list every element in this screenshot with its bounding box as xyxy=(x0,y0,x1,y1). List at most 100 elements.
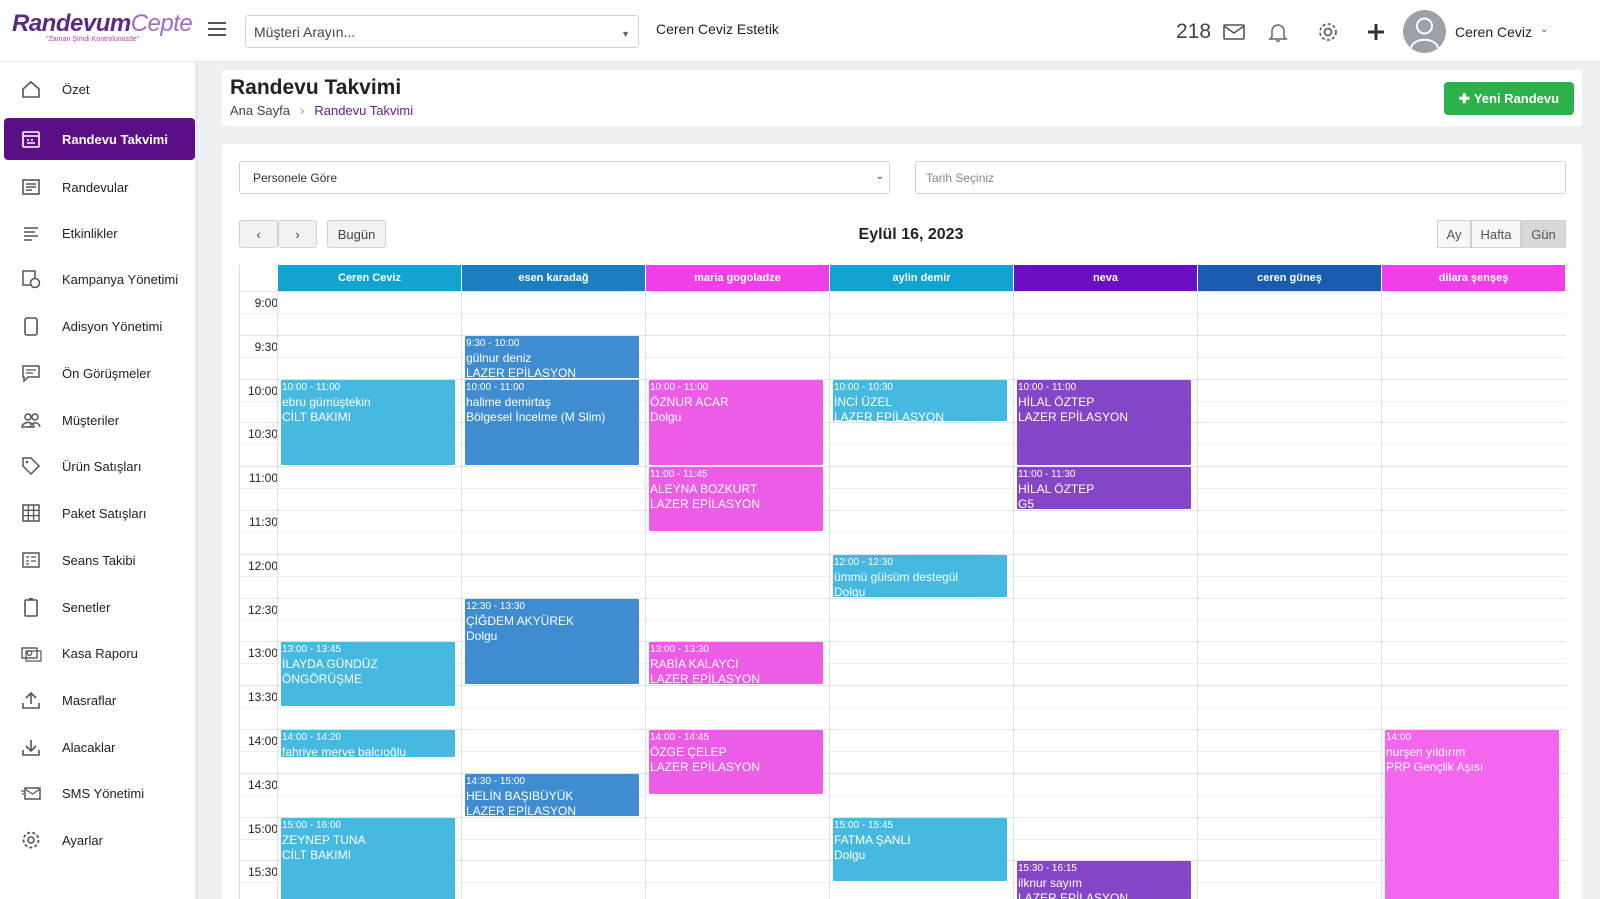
sidebar-item-özet[interactable]: Özet xyxy=(4,68,195,110)
event-name: ÇİĞDEM AKYÜREK xyxy=(466,613,575,628)
slot-divider xyxy=(240,772,1566,774)
envelope-icon[interactable] xyxy=(1222,20,1246,44)
event-time: 10:00 - 11:00 xyxy=(282,381,341,393)
slot-divider xyxy=(240,488,1566,490)
appointment-event[interactable]: 10:00 - 11:00 ÖZNUR ACAR Dolgu xyxy=(649,379,823,466)
slot-divider xyxy=(240,291,1566,292)
bell-icon[interactable] xyxy=(1266,20,1290,44)
slot-divider xyxy=(240,531,1566,533)
sidebar-item-label: Kampanya Yönetimi xyxy=(62,271,179,287)
event-name: nurşen yıldırım xyxy=(1386,745,1466,759)
staff-column-header[interactable]: neva xyxy=(1014,265,1197,291)
time-label: 13:00 xyxy=(247,646,278,661)
appointment-event[interactable]: 14:00 - 14:45 ÖZGE ÇELEP LAZER EPİLASYON xyxy=(649,730,823,794)
event-time: 11:00 - 11:45 xyxy=(650,469,708,481)
appointment-event[interactable]: 13:00 - 13:30 RABİA KALAYCI LAZER EPİLASYO… xyxy=(649,642,823,685)
event-time: 14:00 xyxy=(1386,732,1412,743)
appointment-event[interactable]: 9:30 - 10:00 gülnur deniz LAZER EPİLASYON xyxy=(465,335,639,378)
appointment-event[interactable]: 11:00 - 11:45 ALEYNA BOZKURT LAZER EPİLASY… xyxy=(649,467,823,531)
chevron-down-icon[interactable]: ⌄ xyxy=(1540,24,1548,35)
sidebar-item-kampanya-yönetimi[interactable]: Kampanya Yönetimi xyxy=(4,258,195,300)
sidebar-item-sms-yönetimi[interactable]: SMS Yönetimi xyxy=(4,772,195,814)
today-button[interactable]: Bugün xyxy=(327,220,386,248)
slot-divider xyxy=(240,619,1566,621)
appointment-event[interactable]: 10:00 - 10:30 İNCİ ÜZEL LAZER EPİLASYON xyxy=(833,379,1007,422)
appointment-event[interactable]: 12:30 - 13:30 ÇİĞDEM AKYÜREK Dolgu xyxy=(465,598,639,685)
appointment-event[interactable]: 14:30 - 15:00 HELİN BAŞIBÜYÜK LAZER EPİLAS… xyxy=(465,773,639,816)
time-label: 12:00 xyxy=(247,558,278,573)
grid-icon xyxy=(20,502,42,524)
time-label: 15:00 xyxy=(247,821,278,836)
sidebar-item-ürün-satışları[interactable]: Ürün Satışları xyxy=(4,445,195,487)
appointment-event[interactable]: 14:00 - 14:20 fahriye merve balcıoğlu xyxy=(281,730,455,758)
next-button[interactable]: › xyxy=(278,220,317,248)
breadcrumb-current[interactable]: Randevu Takvimi xyxy=(314,103,413,118)
time-label: 10:30 xyxy=(247,427,278,442)
staff-column-header[interactable]: esen karadağ xyxy=(462,265,645,291)
appointment-event[interactable]: 10:00 - 11:00 ebru gümüştekin CİLT BAKIMI xyxy=(281,379,455,466)
staff-filter-select[interactable]: Personele Göre ⌄ xyxy=(239,161,890,194)
view-month-button[interactable]: Ay xyxy=(1437,220,1471,248)
customer-search-input[interactable]: Müşteri Arayın... ▼ xyxy=(245,15,639,48)
brand-logo[interactable]: RandevumCepte "Zaman Şimdi Kontrolünüzde… xyxy=(12,10,193,50)
sidebar-item-müşteriler[interactable]: Müşteriler xyxy=(4,399,195,441)
staff-column-header[interactable]: ceren güneş xyxy=(1198,265,1381,291)
sidebar-item-label: Senetler xyxy=(62,599,111,615)
user-name[interactable]: Ceren Ceviz xyxy=(1455,24,1532,40)
prev-button[interactable]: ‹ xyxy=(239,220,278,248)
mail-icon xyxy=(20,782,42,804)
staff-column-header[interactable]: dilara şenşeş xyxy=(1382,265,1565,291)
sidebar-item-seans-takibi[interactable]: Seans Takibi xyxy=(4,539,195,581)
sidebar-item-label: Randevular xyxy=(62,179,129,195)
menu-toggle-icon[interactable] xyxy=(208,22,226,38)
appointment-event[interactable]: 15:00 - 16:00 ZEYNEP TUNA CİLT BAKIMI xyxy=(281,817,455,899)
event-service: LAZER EPİLASYON xyxy=(650,672,761,685)
sidebar-item-ön-görüşmeler[interactable]: Ön Görüşmeler xyxy=(4,352,195,394)
new-appointment-button[interactable]: ✚ Yeni Randevu xyxy=(1444,82,1574,115)
appointment-event[interactable]: 12:00 - 12:30 ümmü gülsüm destegül Dolgu xyxy=(833,554,1007,597)
event-name: FATMA ŞANLI xyxy=(834,832,911,847)
event-time: 14:00 - 14:20 xyxy=(282,732,341,743)
plus-icon[interactable] xyxy=(1364,20,1388,44)
sidebar-item-label: Ön Görüşmeler xyxy=(62,365,151,381)
sidebar-item-randevu-takvimi[interactable]: Randevu Takvimi xyxy=(4,118,195,160)
sidebar-item-ayarlar[interactable]: Ayarlar xyxy=(4,819,195,861)
view-day-button[interactable]: Gün xyxy=(1521,220,1566,248)
sidebar-item-kasa-raporu[interactable]: Kasa Raporu xyxy=(4,632,195,674)
event-name: İNCİ ÜZEL xyxy=(834,394,893,409)
view-week-button[interactable]: Hafta xyxy=(1471,220,1521,248)
sidebar-item-alacaklar[interactable]: Alacaklar xyxy=(4,726,195,768)
sidebar-item-etkinlikler[interactable]: Etkinlikler xyxy=(4,212,195,254)
appointment-event[interactable]: 15:30 - 16:15 ilknur sayım LAZER EPİLASYON xyxy=(1017,861,1191,899)
staff-column-header[interactable]: Ceren Ceviz xyxy=(278,265,461,291)
column-divider xyxy=(461,291,462,899)
event-service: G5 xyxy=(1018,497,1035,509)
appointment-event[interactable]: 11:00 - 11:30 HİLAL ÖZTEP G5 xyxy=(1017,467,1191,509)
time-label: 11:00 xyxy=(248,471,278,486)
appointment-event[interactable]: 13:00 - 13:45 İLAYDA GÜNDÜZ ÖNGÖRÜŞME xyxy=(281,642,455,707)
event-service: LAZER EPİLASYON xyxy=(834,409,945,422)
breadcrumb-home[interactable]: Ana Sayfa xyxy=(230,103,290,118)
sidebar-item-label: Adisyon Yönetimi xyxy=(62,318,163,334)
date-picker-input[interactable]: Tarih Seçiniz xyxy=(915,161,1566,194)
appointment-event[interactable]: 15:00 - 15:45 FATMA ŞANLI Dolgu xyxy=(833,817,1007,882)
sidebar-item-adisyon-yönetimi[interactable]: Adisyon Yönetimi xyxy=(4,305,195,347)
appointment-event[interactable]: 10:00 - 11:00 HİLAL ÖZTEP LAZER EPİLASYON xyxy=(1017,379,1191,466)
breadcrumb: Ana Sayfa › Randevu Takvimi xyxy=(230,103,413,118)
event-service: CİLT BAKIMI xyxy=(282,409,351,424)
appointment-event[interactable]: 14:00 nurşen yıldırım PRP Gençlik Aşısı xyxy=(1385,730,1559,899)
event-service: ÖNGÖRÜŞME xyxy=(282,672,363,687)
sidebar-item-paket-satışları[interactable]: Paket Satışları xyxy=(4,492,195,534)
staff-column-header[interactable]: aylin demir xyxy=(830,265,1013,291)
sidebar-scrollbar[interactable] xyxy=(195,62,198,899)
calendar-title: Eylül 16, 2023 xyxy=(858,226,964,243)
avatar[interactable] xyxy=(1403,10,1446,53)
gear-icon xyxy=(20,829,42,851)
settings-gear-icon[interactable] xyxy=(1316,20,1340,44)
appointment-event[interactable]: 10:00 - 11:00 halime demirtaş Bölgesel İnc… xyxy=(465,379,639,466)
sidebar-item-senetler[interactable]: Senetler xyxy=(4,586,195,628)
users-icon xyxy=(20,409,42,431)
sidebar-item-randevular[interactable]: Randevular xyxy=(4,166,195,208)
staff-column-header[interactable]: maria gogoladze xyxy=(646,265,829,291)
sidebar-item-masraflar[interactable]: Masraflar xyxy=(4,679,195,721)
